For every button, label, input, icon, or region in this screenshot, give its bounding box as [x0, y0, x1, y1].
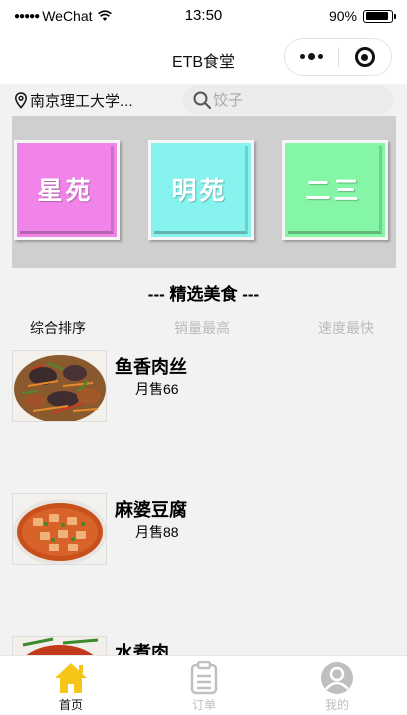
location-search-row: 南京理工大学... — [0, 84, 407, 116]
canteen-card-xingyuan[interactable]: 星苑 — [14, 140, 120, 240]
food-sales: 月售66 — [135, 381, 179, 397]
food-image — [12, 636, 107, 655]
food-image — [12, 350, 107, 422]
status-bar: ●●●●● WeChat 13:50 90% — [0, 0, 407, 32]
sort-tabs: 综合排序 销量最高 速度最快 — [0, 318, 407, 338]
order-icon — [190, 661, 218, 695]
list-item[interactable]: 麻婆豆腐 月售88 — [12, 493, 392, 567]
tab-home[interactable]: 首页 — [3, 656, 139, 715]
tab-label: 订单 — [191, 698, 216, 712]
canteen-card-face: 二三 — [288, 146, 382, 234]
canteen-card-mingyuan[interactable]: 明苑 — [148, 140, 254, 240]
tab-label: 首页 — [58, 698, 83, 712]
food-name: 鱼香肉丝 — [115, 357, 187, 377]
canteen-card-ersan[interactable]: 二三 — [282, 140, 388, 240]
close-icon[interactable] — [338, 47, 391, 67]
canteen-name: 二三 — [305, 175, 362, 205]
tab-profile[interactable]: 我的 — [269, 656, 405, 715]
location-selector[interactable]: 南京理工大学... — [14, 90, 133, 111]
profile-icon — [321, 662, 353, 694]
canteen-name: 星苑 — [37, 175, 94, 205]
food-image — [12, 493, 107, 565]
list-item[interactable]: 水煮肉 — [12, 636, 392, 655]
sort-tab-speed[interactable]: 速度最快 — [318, 318, 374, 338]
food-list: 鱼香肉丝 月售66 麻婆豆腐 月售88 水煮肉 — [0, 350, 407, 655]
search-input[interactable] — [213, 91, 383, 109]
sort-tab-overall[interactable]: 综合排序 — [30, 318, 86, 338]
status-right: 90% — [328, 8, 396, 24]
search-bar[interactable] — [182, 85, 394, 115]
nav-bar: ETB食堂 — [0, 32, 407, 84]
list-item[interactable]: 鱼香肉丝 月售66 — [12, 350, 392, 424]
search-icon — [193, 91, 212, 110]
canteen-banner: 星苑 明苑 二三 — [12, 116, 396, 268]
location-pin-icon — [15, 92, 27, 109]
location-text: 南京理工大学... — [30, 93, 133, 110]
food-name: 水煮肉 — [115, 643, 169, 655]
battery-fill — [365, 12, 388, 20]
tab-orders[interactable]: 订单 — [136, 656, 272, 715]
more-icon[interactable] — [285, 53, 338, 60]
section-title: --- 精选美食 --- — [147, 285, 260, 304]
tab-label: 我的 — [324, 698, 349, 712]
mini-program-capsule — [284, 38, 392, 76]
food-sales: 月售88 — [135, 524, 179, 540]
canteen-card-face: 星苑 — [20, 146, 114, 234]
canteen-name: 明苑 — [171, 175, 228, 205]
battery-percent: 90% — [328, 8, 357, 24]
tab-bar: 首页 订单 我的 — [0, 655, 407, 715]
battery-icon — [363, 9, 396, 23]
sort-tab-sales[interactable]: 销量最高 — [174, 318, 230, 338]
home-icon — [55, 663, 87, 693]
canteen-card-face: 明苑 — [154, 146, 248, 234]
food-name: 麻婆豆腐 — [115, 500, 187, 520]
